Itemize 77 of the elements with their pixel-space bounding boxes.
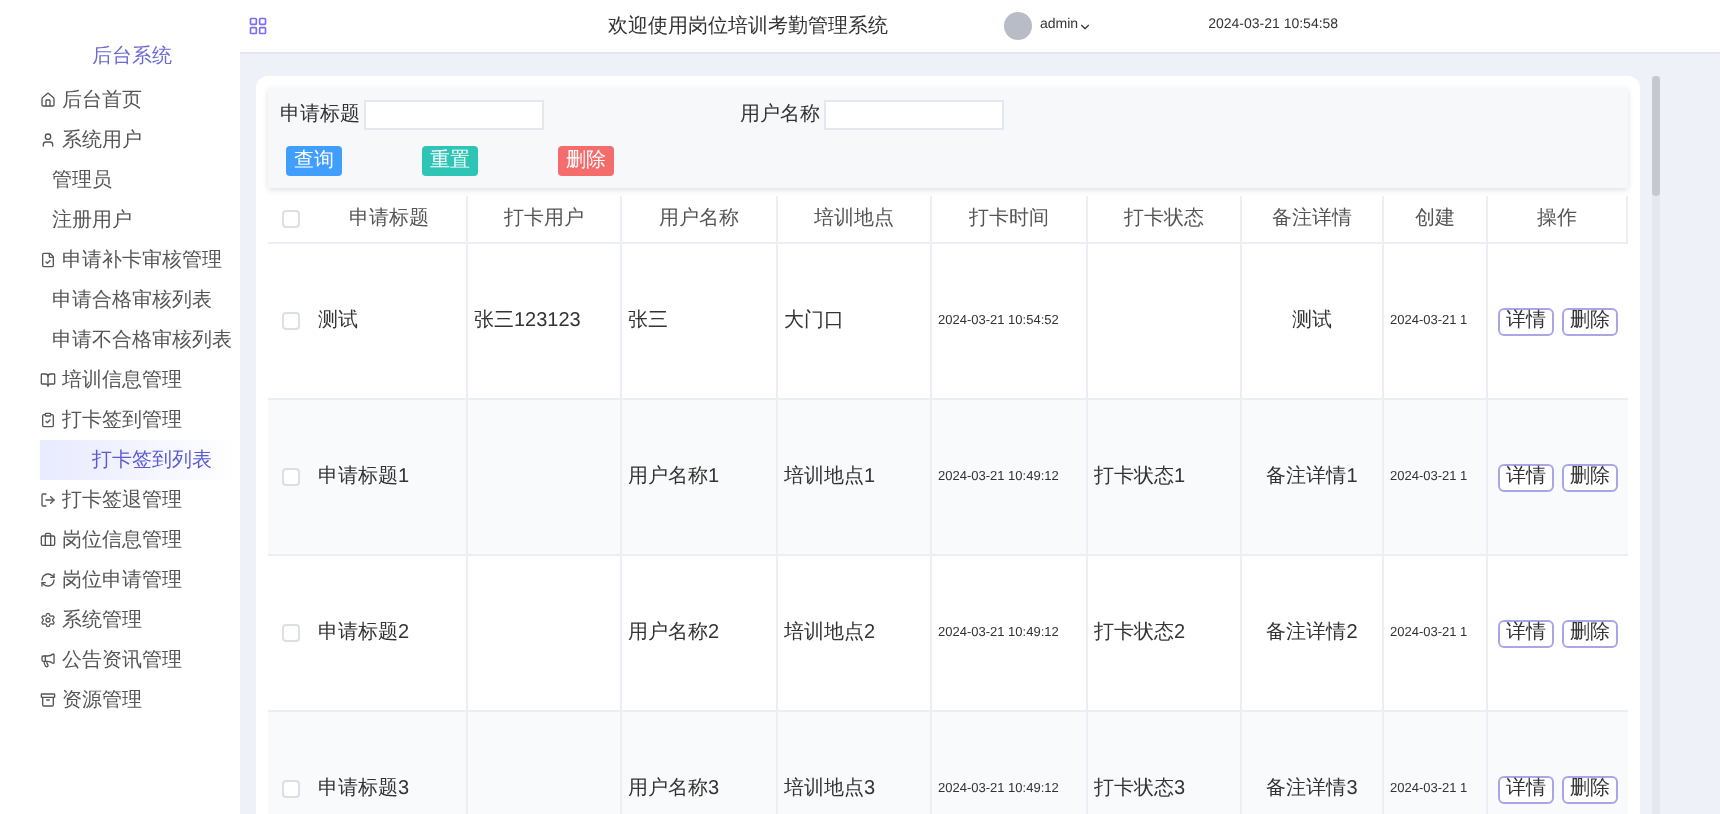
column-header: 打卡时间 <box>932 196 1088 242</box>
row-action-button[interactable]: 详情 <box>1498 775 1554 803</box>
grid-menu-icon[interactable] <box>248 16 268 36</box>
menu-icon <box>40 572 56 588</box>
menu-icon <box>40 372 56 388</box>
chevron-down-icon <box>1078 19 1093 33</box>
menu-icon <box>40 532 56 548</box>
table-cell-text: 打卡状态2 <box>1094 619 1186 648</box>
field-label: 申请标题 <box>280 101 360 130</box>
checkbox[interactable] <box>281 468 299 486</box>
table-cell-text: 申请标题1 <box>318 463 410 492</box>
menu-icon <box>40 412 56 428</box>
table-cell-text: 测试 <box>318 307 358 336</box>
table-cell-text: 培训地点1 <box>784 463 876 492</box>
menu-icon <box>40 252 56 268</box>
menu-icon <box>40 612 56 628</box>
field-label: 用户名称 <box>740 101 820 130</box>
table-cell-text: 申请标题2 <box>318 619 410 648</box>
checkbox[interactable] <box>281 210 299 228</box>
table-cell-text: 培训地点3 <box>784 775 876 804</box>
table-cell-text: 用户名称2 <box>628 619 720 648</box>
sidebar-item[interactable]: 申请补卡审核管理 <box>0 240 240 280</box>
menu-icon <box>40 652 56 668</box>
menu-icon <box>40 132 56 148</box>
row-action-button[interactable]: 详情 <box>1498 307 1554 335</box>
sidebar-item[interactable]: 系统用户 <box>0 120 240 160</box>
sidebar-item[interactable]: 岗位申请管理 <box>0 560 240 600</box>
sidebar-item[interactable]: 岗位信息管理 <box>0 520 240 560</box>
sidebar-item[interactable]: 系统管理 <box>0 600 240 640</box>
column-header: 打卡状态 <box>1088 196 1242 242</box>
avatar <box>1004 12 1032 40</box>
row-action-button[interactable]: 详情 <box>1498 463 1554 491</box>
column-header: 操作 <box>1488 196 1628 242</box>
table-cell-text: 测试 <box>1292 307 1332 336</box>
table-cell-text: 备注详情3 <box>1266 775 1358 804</box>
header-title: 欢迎使用岗位培训考勤管理系统 <box>608 13 888 41</box>
sidebar-subitem[interactable]: 申请合格审核列表 <box>0 280 240 320</box>
sidebar-item[interactable]: 公告资讯管理 <box>0 640 240 680</box>
sidebar-item[interactable]: 资源管理 <box>0 680 240 720</box>
sidebar-item[interactable]: 打卡签到管理 <box>0 400 240 440</box>
sidebar-title: 后台系统 <box>92 43 172 72</box>
menu-icon <box>40 692 56 708</box>
column-header: 申请标题 <box>312 196 468 242</box>
column-header: 创建 <box>1384 196 1488 242</box>
menu-icon <box>40 492 56 508</box>
sidebar-item[interactable]: 打卡签退管理 <box>0 480 240 520</box>
table-cell-text: 用户名称1 <box>628 463 720 492</box>
checkbox[interactable] <box>281 780 299 798</box>
column-header: 用户名称 <box>622 196 778 242</box>
checkbox[interactable] <box>281 312 299 330</box>
row-action-button[interactable]: 删除 <box>1562 307 1618 335</box>
table-cell-text: 申请标题3 <box>318 775 410 804</box>
table-cell-text: 打卡状态1 <box>1094 463 1186 492</box>
table-cell-text: 张三 <box>628 307 668 336</box>
column-header: 打卡用户 <box>468 196 622 242</box>
row-action-button[interactable]: 删除 <box>1562 463 1618 491</box>
search-field[interactable] <box>364 100 544 130</box>
search-field[interactable] <box>824 100 1004 130</box>
table-cell-text: 张三123123 <box>474 307 581 336</box>
table-cell-text: 备注详情2 <box>1266 619 1358 648</box>
sidebar-item[interactable]: 后台首页 <box>0 80 240 120</box>
table-cell-text: 培训地点2 <box>784 619 876 648</box>
table-cell-text: 大门口 <box>784 307 844 336</box>
column-header: 备注详情 <box>1242 196 1384 242</box>
sidebar-subitem[interactable]: 管理员 <box>0 160 240 200</box>
checkbox[interactable] <box>281 624 299 642</box>
table-cell-text: 用户名称3 <box>628 775 720 804</box>
row-action-button[interactable]: 详情 <box>1498 619 1554 647</box>
table-cell-text: 备注详情1 <box>1266 463 1358 492</box>
menu-icon <box>40 92 56 108</box>
sidebar-subitem[interactable]: 申请不合格审核列表 <box>0 320 240 360</box>
sidebar-item[interactable]: 培训信息管理 <box>0 360 240 400</box>
row-action-button[interactable]: 删除 <box>1562 775 1618 803</box>
row-action-button[interactable]: 删除 <box>1562 619 1618 647</box>
sidebar-subitem[interactable]: 注册用户 <box>0 200 240 240</box>
column-header: 培训地点 <box>778 196 932 242</box>
table-cell-text: 打卡状态3 <box>1094 775 1186 804</box>
